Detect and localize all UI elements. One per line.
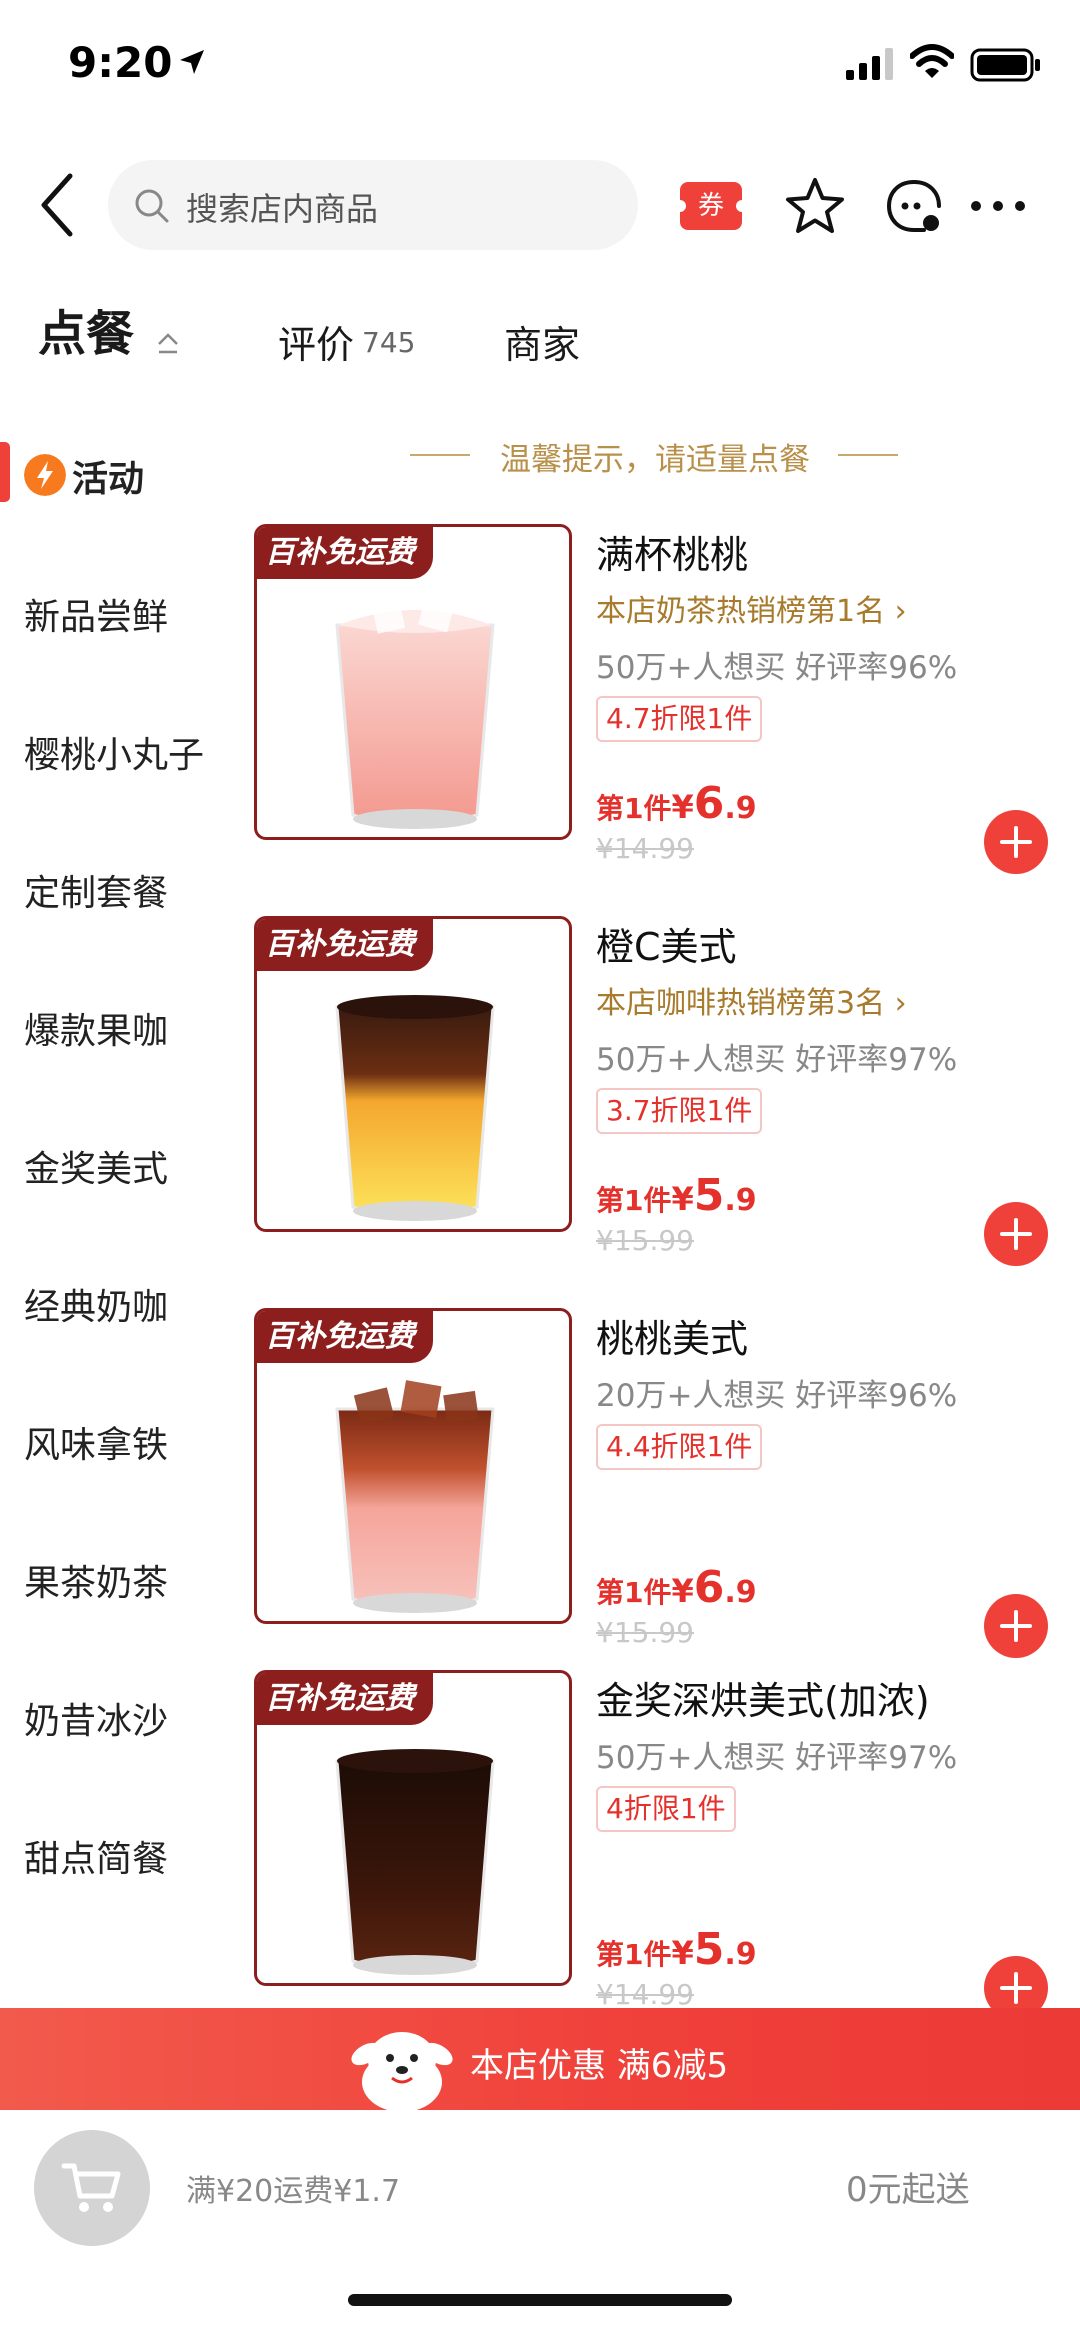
sidebar-item-activity[interactable]: 活动 [72, 450, 144, 502]
store-promo-banner[interactable]: 本店优惠 满6减5 [0, 2008, 1080, 2110]
reviews-count: 745 [362, 326, 416, 359]
home-indicator[interactable] [348, 2294, 732, 2306]
product-original-price: ¥14.99 [596, 832, 694, 865]
product-card[interactable]: 百补免运费 金奖深烘美式(加浓) 50万+人想买 好评率97% 4折限1件 第1… [254, 1670, 1080, 2062]
cellular-signal-icon [846, 48, 893, 80]
status-bar: 9:20 [0, 0, 1080, 140]
product-stats: 50万+人想买 好评率96% [596, 650, 958, 686]
product-original-price: ¥15.99 [596, 1224, 694, 1257]
product-name: 金奖深烘美式(加浓) [596, 1679, 930, 1723]
product-price: 第1件¥6.9 [596, 778, 757, 829]
cart-bar: 满¥20运费¥1.7 0元起送 [0, 2110, 1080, 2339]
battery-icon [970, 48, 1040, 82]
product-discount-tag: 4.4折限1件 [596, 1424, 763, 1470]
shipping-fee-text: 满¥20运费¥1.7 [186, 2174, 401, 2209]
sidebar-item-chibi-maruko[interactable]: 樱桃小丸子 [24, 726, 204, 778]
search-placeholder: 搜索店内商品 [186, 190, 379, 228]
min-order-text: 0元起送 [846, 2170, 970, 2210]
coupon-icon[interactable]: 券 [674, 182, 748, 230]
collapse-up-icon[interactable] [156, 330, 180, 358]
shopping-cart-icon [61, 2163, 121, 2212]
product-badge: 百补免运费 [257, 1311, 433, 1363]
product-discount-tag: 4折限1件 [596, 1786, 736, 1832]
product-original-price: ¥14.99 [596, 1978, 694, 2011]
product-card[interactable]: 百补免运费 桃桃美式 20万+人想买 好评率96% 4.4折限1件 第1件¥6.… [254, 1308, 1080, 1700]
sidebar-item-fruit-tea[interactable]: 果茶奶茶 [24, 1554, 168, 1606]
dark-roast-americano-cup-icon [335, 1749, 495, 1975]
orange-americano-cup-icon [335, 995, 495, 1221]
customer-service-icon[interactable] [884, 176, 944, 236]
sidebar-item-milk-coffee[interactable]: 经典奶咖 [24, 1278, 168, 1330]
dog-mascot-icon [351, 2032, 453, 2110]
sidebar-item-new[interactable]: 新品尝鲜 [24, 588, 168, 640]
tip-divider-right [838, 454, 898, 456]
product-stats: 20万+人想买 好评率96% [596, 1378, 958, 1414]
sidebar-item-dessert[interactable]: 甜点简餐 [24, 1830, 168, 1882]
add-to-cart-button[interactable] [984, 1202, 1048, 1266]
promo-text: 本店优惠 满6减5 [470, 2046, 729, 2086]
product-price: 第1件¥6.9 [596, 1562, 757, 1613]
product-name: 满杯桃桃 [596, 533, 749, 577]
tab-order[interactable]: 点餐 [38, 294, 134, 364]
search-icon [135, 189, 169, 223]
shop-tabs: 点餐 评价 745 商家 [0, 300, 1080, 380]
lightning-icon [24, 454, 66, 496]
peach-americano-cup-icon [335, 1380, 495, 1613]
tab-reviews[interactable]: 评价 [278, 314, 354, 369]
product-rank[interactable]: 本店咖啡热销榜第3名 › [596, 978, 907, 1022]
search-input[interactable]: 搜索店内商品 [108, 160, 638, 250]
product-price: 第1件¥5.9 [596, 1170, 757, 1221]
product-name: 桃桃美式 [596, 1317, 749, 1361]
product-image: 百补免运费 [254, 1308, 572, 1624]
product-badge: 百补免运费 [257, 527, 433, 579]
back-icon[interactable] [36, 170, 80, 240]
product-badge: 百补免运费 [257, 919, 433, 971]
cart-button[interactable] [34, 2130, 150, 2246]
tab-merchant[interactable]: 商家 [504, 314, 580, 369]
more-icon[interactable] [968, 196, 1028, 216]
favorite-star-icon[interactable] [784, 176, 846, 236]
sidebar-item-americano[interactable]: 金奖美式 [24, 1140, 168, 1192]
product-stats: 50万+人想买 好评率97% [596, 1740, 958, 1776]
category-sidebar: 活动 新品尝鲜 樱桃小丸子 定制套餐 爆款果咖 金奖美式 经典奶咖 风味拿铁 果… [0, 420, 240, 2000]
product-original-price: ¥15.99 [596, 1616, 694, 1649]
wifi-icon [910, 44, 954, 78]
product-card[interactable]: 百补免运费 橙C美式 本店咖啡热销榜第3名 › 50万+人想买 好评率97% 3… [254, 916, 1080, 1308]
product-image: 百补免运费 [254, 524, 572, 840]
product-card[interactable]: 百补免运费 满杯桃桃 本店奶茶热销榜第1名 › 50万+人想买 好评率96% 4… [254, 524, 1080, 916]
order-tip: 温馨提示，请适量点餐 [500, 442, 810, 478]
sidebar-item-latte[interactable]: 风味拿铁 [24, 1416, 168, 1468]
product-image: 百补免运费 [254, 916, 572, 1232]
product-stats: 50万+人想买 好评率97% [596, 1042, 958, 1078]
sidebar-active-indicator [0, 442, 10, 502]
status-time: 9:20 [68, 38, 173, 87]
peach-drink-cup-icon [335, 599, 495, 829]
add-to-cart-button[interactable] [984, 1594, 1048, 1658]
product-discount-tag: 3.7折限1件 [596, 1088, 763, 1134]
location-arrow-icon [180, 50, 204, 74]
add-to-cart-button[interactable] [984, 810, 1048, 874]
sidebar-item-smoothie[interactable]: 奶昔冰沙 [24, 1692, 168, 1744]
sidebar-item-custom-set[interactable]: 定制套餐 [24, 864, 168, 916]
product-discount-tag: 4.7折限1件 [596, 696, 763, 742]
product-badge: 百补免运费 [257, 1673, 433, 1725]
product-price: 第1件¥5.9 [596, 1924, 757, 1975]
product-rank[interactable]: 本店奶茶热销榜第1名 › [596, 586, 907, 630]
sidebar-item-fruit-coffee[interactable]: 爆款果咖 [24, 1002, 168, 1054]
product-image: 百补免运费 [254, 1670, 572, 1986]
product-name: 橙C美式 [596, 925, 737, 969]
